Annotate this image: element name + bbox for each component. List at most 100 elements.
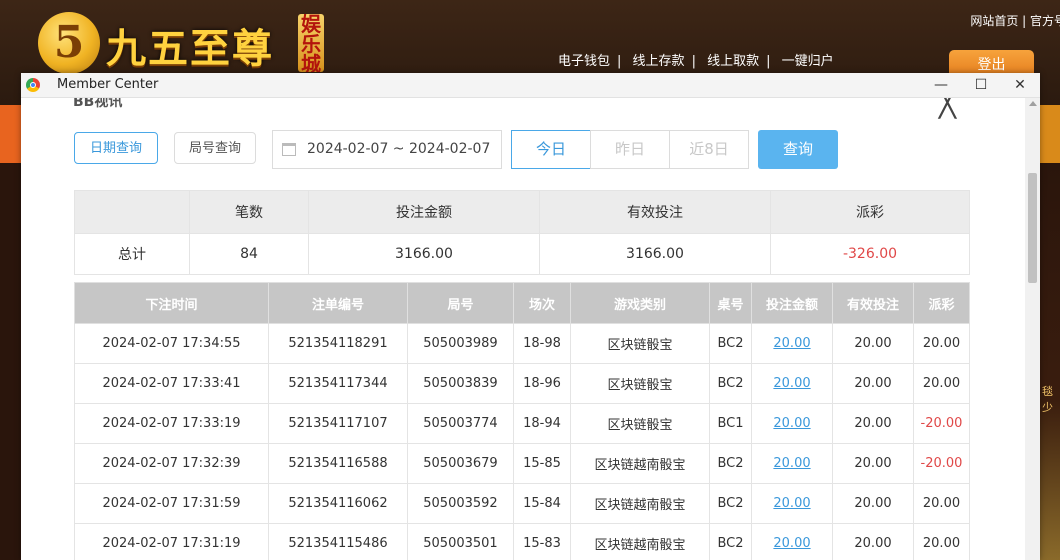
date-range-value: 2024-02-07 ~ 2024-02-07 — [307, 141, 491, 157]
search-button[interactable]: 查询 — [758, 130, 838, 169]
table-row: 2024-02-07 17:31:59 521354116062 505003592… — [74, 483, 970, 524]
bg-band-right — [1040, 105, 1060, 163]
cell-game-type: 区块链骰宝 — [570, 403, 710, 444]
cell-bet-time: 2024-02-07 17:34:55 — [74, 323, 269, 364]
cell-payout: -20.00 — [913, 403, 970, 444]
nav-item-consolidate[interactable]: 一键归户 — [782, 54, 834, 69]
cell-payout: 20.00 — [913, 523, 970, 560]
cell-valid-bet: 20.00 — [832, 323, 914, 364]
cell-game-type: 区块链骰宝 — [570, 363, 710, 404]
round-query-button[interactable]: 局号查询 — [174, 132, 256, 164]
cell-bet-id: 521354118291 — [268, 323, 408, 364]
cell-bet-id: 521354117107 — [268, 403, 408, 444]
summary-header: 有效投注 — [539, 190, 771, 234]
cell-payout: 20.00 — [913, 323, 970, 364]
table-row: 2024-02-07 17:31:19 521354115486 505003501… — [74, 523, 970, 560]
cell-session: 15-85 — [513, 443, 571, 484]
nav-item-deposit[interactable]: 线上存款 — [633, 54, 685, 69]
column-header: 派彩 — [913, 282, 970, 324]
column-header: 场次 — [513, 282, 571, 324]
cell-game-type: 区块链骰宝 — [570, 323, 710, 364]
window-title: Member Center — [57, 77, 159, 92]
column-header: 有效投注 — [832, 282, 914, 324]
date-range-input[interactable]: 2024-02-07 ~ 2024-02-07 — [272, 130, 502, 169]
cell-bet-id: 521354117344 — [268, 363, 408, 404]
scroll-thumb[interactable] — [1028, 173, 1037, 283]
cell-bet-amount[interactable]: 20.00 — [751, 403, 833, 444]
cell-bet-time: 2024-02-07 17:33:41 — [74, 363, 269, 404]
detail-rows: 2024-02-07 17:34:55 521354118291 505003989… — [74, 323, 970, 560]
cell-game-type: 区块链越南骰宝 — [570, 483, 710, 524]
table-row: 2024-02-07 17:34:55 521354118291 505003989… — [74, 323, 970, 364]
bg-band-left — [0, 105, 22, 163]
nav-item-wallet[interactable]: 电子钱包 — [558, 54, 610, 69]
calendar-icon — [282, 143, 296, 156]
cell-bet-id: 521354115486 — [268, 523, 408, 560]
maximize-button[interactable]: ☐ — [962, 73, 1000, 97]
summary-valid-bet: 3166.00 — [539, 233, 771, 275]
cell-bet-amount[interactable]: 20.00 — [751, 323, 833, 364]
minimize-button[interactable]: — — [922, 73, 960, 97]
cell-bet-time: 2024-02-07 17:31:59 — [74, 483, 269, 524]
nav-item-withdraw[interactable]: 线上取款 — [707, 54, 759, 69]
detail-table: 下注时间 注单编号 局号 场次 游戏类别 桌号 投注金额 有效投注 派彩 202… — [74, 282, 970, 560]
cell-bet-time: 2024-02-07 17:33:19 — [74, 403, 269, 444]
cell-bet-amount[interactable]: 20.00 — [751, 483, 833, 524]
summary-table: 笔数 投注金额 有效投注 派彩 总计 84 3166.00 3166.00 -3… — [74, 190, 970, 275]
cell-round-id: 505003501 — [407, 523, 514, 560]
scrollbar[interactable] — [1025, 98, 1040, 560]
summary-header: 派彩 — [770, 190, 970, 234]
summary-bet-amount: 3166.00 — [308, 233, 540, 275]
summary-header: 笔数 — [189, 190, 309, 234]
summary-label: 总计 — [74, 233, 190, 275]
browser-icon — [26, 78, 40, 92]
cell-bet-id: 521354116062 — [268, 483, 408, 524]
cell-round-id: 505003679 — [407, 443, 514, 484]
cell-session: 18-96 — [513, 363, 571, 404]
cell-round-id: 505003989 — [407, 323, 514, 364]
cell-round-id: 505003839 — [407, 363, 514, 404]
summary-header — [74, 190, 190, 234]
cell-bet-time: 2024-02-07 17:32:39 — [74, 443, 269, 484]
cell-round-id: 505003774 — [407, 403, 514, 444]
cell-payout: -20.00 — [913, 443, 970, 484]
cell-session: 15-84 — [513, 483, 571, 524]
bg-dark-right: 毯少 — [1040, 163, 1060, 560]
scroll-up-icon[interactable] — [1029, 101, 1037, 106]
titlebar[interactable]: Member Center — ☐ ✕ — [21, 73, 1040, 98]
cell-valid-bet: 20.00 — [832, 443, 914, 484]
close-window-button[interactable]: ✕ — [1001, 73, 1039, 97]
column-header: 局号 — [407, 282, 514, 324]
cell-table-id: BC2 — [709, 523, 752, 560]
summary-header: 投注金额 — [308, 190, 540, 234]
table-row: 2024-02-07 17:32:39 521354116588 505003679… — [74, 443, 970, 484]
cell-game-type: 区块链越南骰宝 — [570, 443, 710, 484]
logo-subtitle: 娱乐城 — [298, 14, 324, 72]
cell-table-id: BC2 — [709, 443, 752, 484]
cell-bet-amount[interactable]: 20.00 — [751, 363, 833, 404]
cell-bet-time: 2024-02-07 17:31:19 — [74, 523, 269, 560]
bg-dark-left — [0, 163, 22, 560]
cell-valid-bet: 20.00 — [832, 483, 914, 524]
range-yesterday-button[interactable]: 昨日 — [590, 130, 670, 169]
column-header: 桌号 — [709, 282, 752, 324]
column-header: 下注时间 — [74, 282, 269, 324]
cell-session: 18-94 — [513, 403, 571, 444]
cell-session: 15-83 — [513, 523, 571, 560]
cell-valid-bet: 20.00 — [832, 523, 914, 560]
range-last8-button[interactable]: 近8日 — [669, 130, 749, 169]
range-today-button[interactable]: 今日 — [511, 130, 591, 169]
content-area: BB视讯 ╳ 日期查询 局号查询 2024-02-07 ~ 2024-02-07… — [21, 98, 1025, 560]
logo-text: 九五至尊 — [106, 25, 274, 72]
cell-valid-bet: 20.00 — [832, 403, 914, 444]
close-icon[interactable]: ╳ — [939, 98, 956, 119]
column-header: 投注金额 — [751, 282, 833, 324]
date-query-button[interactable]: 日期查询 — [74, 132, 158, 164]
column-header: 游戏类别 — [570, 282, 710, 324]
logo-icon: 5 — [38, 12, 100, 74]
cell-payout: 20.00 — [913, 363, 970, 404]
top-links[interactable]: 网站首页 | 官方号 — [970, 12, 1060, 29]
member-center-window: Member Center — ☐ ✕ BB视讯 ╳ 日期查询 局号查询 202… — [21, 73, 1040, 560]
cell-bet-amount[interactable]: 20.00 — [751, 523, 833, 560]
cell-bet-amount[interactable]: 20.00 — [751, 443, 833, 484]
